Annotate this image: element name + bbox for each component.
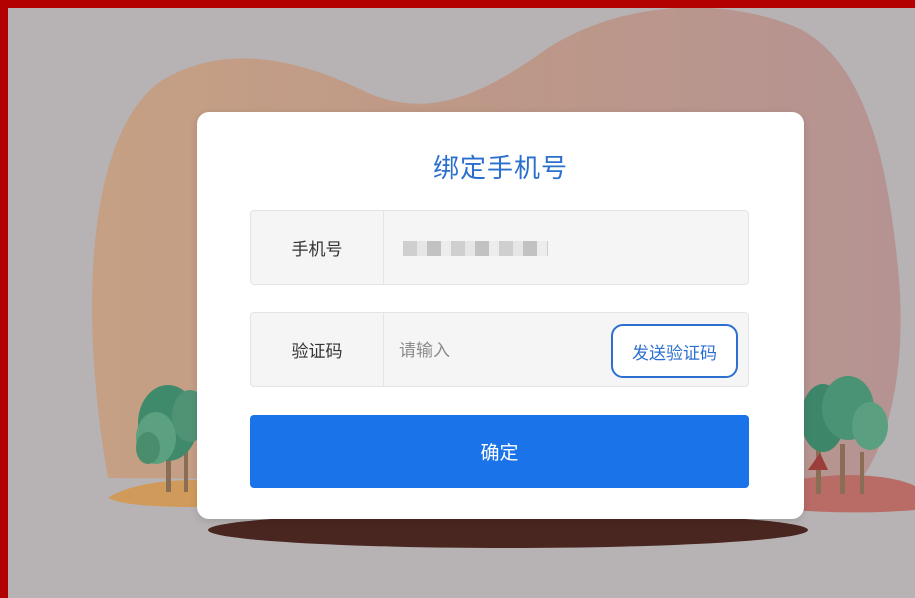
confirm-button[interactable]: 确定	[250, 415, 749, 488]
login-background: 绑定手机号 手机号 验证码 发送验证码 确定	[8, 8, 915, 598]
bind-phone-dialog: 绑定手机号 手机号 验证码 发送验证码 确定	[197, 112, 804, 519]
code-input[interactable]	[397, 313, 591, 388]
phone-label: 手机号	[251, 211, 384, 284]
phone-field-row: 手机号	[250, 210, 749, 285]
masked-phone-number[interactable]	[403, 241, 548, 256]
dialog-title: 绑定手机号	[432, 154, 568, 184]
code-field-row: 验证码 发送验证码	[250, 312, 749, 388]
send-code-button[interactable]: 发送验证码	[611, 324, 738, 378]
code-label: 验证码	[251, 313, 384, 386]
